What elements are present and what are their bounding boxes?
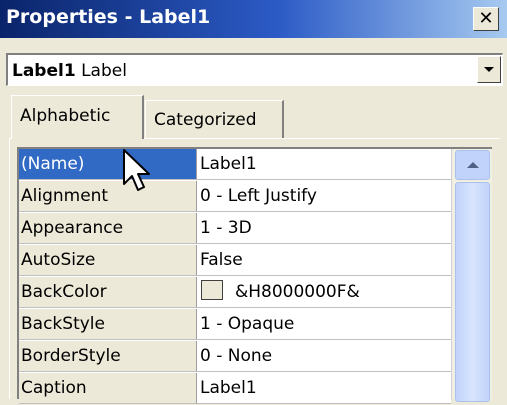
scroll-up-button[interactable] (455, 150, 490, 180)
property-name: BackColor (19, 277, 197, 308)
property-row-alignment[interactable]: Alignment 0 - Left Justify (19, 181, 451, 213)
property-row-backcolor[interactable]: BackColor &H8000000F& (19, 277, 451, 309)
vertical-scrollbar[interactable] (451, 149, 492, 402)
property-row-backstyle[interactable]: BackStyle 1 - Opaque (19, 309, 451, 341)
property-name: BackStyle (19, 309, 197, 340)
property-row-name[interactable]: (Name) Label1 (19, 149, 451, 181)
scroll-up-arrow-icon (466, 162, 479, 168)
property-row-appearance[interactable]: Appearance 1 - 3D (19, 213, 451, 245)
scroll-thumb[interactable] (455, 182, 490, 402)
property-name: Caption (19, 373, 197, 404)
object-name: Label1 (12, 61, 76, 81)
property-name: AutoSize (19, 245, 197, 276)
property-value[interactable]: Label1 (197, 149, 451, 180)
property-name: Appearance (19, 213, 197, 244)
property-row-caption[interactable]: Caption Label1 (19, 373, 451, 405)
property-value[interactable]: 1 - 3D (197, 213, 451, 244)
title-bar: Properties - Label1 ✕ (0, 0, 507, 38)
property-row-borderstyle[interactable]: BorderStyle 0 - None (19, 341, 451, 373)
tab-alphabetic[interactable]: Alphabetic (11, 95, 144, 139)
property-name: Alignment (19, 181, 197, 212)
chevron-down-icon (484, 67, 494, 72)
mouse-pointer-icon (123, 149, 150, 191)
property-value[interactable]: 0 - None (197, 341, 451, 372)
property-value[interactable]: False (197, 245, 451, 276)
tab-categorized[interactable]: Categorized (145, 100, 284, 139)
property-name: (Name) (19, 149, 197, 180)
object-selector-dropdown-button[interactable] (477, 56, 501, 83)
window-title: Properties - Label1 (6, 6, 211, 28)
object-selector[interactable]: Label1 Label (6, 53, 503, 86)
object-type: Label (81, 61, 127, 81)
object-selector-text: Label1 Label (12, 61, 127, 81)
property-value-text: &H8000000F& (235, 282, 360, 302)
color-swatch (201, 280, 223, 300)
property-value[interactable]: 1 - Opaque (197, 309, 451, 340)
property-value[interactable]: Label1 (197, 373, 451, 404)
property-value[interactable]: &H8000000F& (197, 277, 451, 308)
property-row-autosize[interactable]: AutoSize False (19, 245, 451, 277)
property-name: BorderStyle (19, 341, 197, 372)
property-value[interactable]: 0 - Left Justify (197, 181, 451, 212)
close-icon: ✕ (478, 8, 494, 29)
close-button[interactable]: ✕ (473, 7, 499, 31)
property-grid: (Name) Label1 Alignment 0 - Left Justify… (17, 147, 492, 404)
